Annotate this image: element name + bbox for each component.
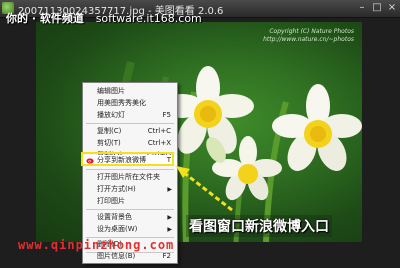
- menu-shortcut: F5: [162, 111, 171, 119]
- menu-item-open-with[interactable]: 打开方式(H) ▶: [83, 184, 177, 195]
- menu-label: 打印图片: [97, 197, 125, 205]
- window-controls: – □ ×: [356, 2, 398, 14]
- watermark-channel: 你的 · 软件频道: [6, 12, 84, 25]
- menu-shortcut: F2: [162, 252, 171, 260]
- menu-label: 播放幻灯: [97, 111, 125, 119]
- watermark-bottom: www.qinpinzhong.com: [18, 238, 175, 252]
- minimize-button[interactable]: –: [356, 2, 368, 14]
- menu-separator: [86, 123, 174, 124]
- viewer-window: 20071130024357717.jpg - 美图看看 2.0.6 – □ ×: [0, 0, 400, 268]
- menu-item-edit[interactable]: 编辑图片: [83, 86, 177, 97]
- menu-label: 用美图秀秀美化: [97, 99, 146, 107]
- callout-label: 看图窗口新浪微博入口: [186, 215, 332, 237]
- menu-separator: [86, 209, 174, 210]
- highlight-box: [81, 152, 174, 166]
- menu-item-open-folder[interactable]: 打开图片所在文件夹: [83, 172, 177, 183]
- menu-shortcut: Ctrl+C: [147, 127, 171, 135]
- submenu-arrow-icon: ▶: [167, 214, 172, 221]
- watermark-site: software.it168.com: [95, 12, 202, 25]
- menu-label: 打开图片所在文件夹: [97, 173, 160, 181]
- menu-label: 设为桌面(W): [97, 225, 138, 233]
- menu-label: 复制(C): [97, 127, 122, 135]
- close-button[interactable]: ×: [386, 2, 398, 14]
- photo-credit: Copyright (C) Nature Photos http://www.n…: [263, 28, 354, 44]
- menu-item-beautify[interactable]: 用美图秀秀美化: [83, 98, 177, 109]
- context-menu: 编辑图片 用美图秀秀美化 播放幻灯 F5 复制(C) Ctrl+C 剪切(T) …: [82, 82, 178, 264]
- menu-item-image-info[interactable]: 图片信息(B) F2: [83, 251, 177, 262]
- menu-label: 打开方式(H): [97, 185, 136, 193]
- menu-item-copy[interactable]: 复制(C) Ctrl+C: [83, 126, 177, 137]
- submenu-arrow-icon: ▶: [167, 226, 172, 233]
- menu-item-slideshow[interactable]: 播放幻灯 F5: [83, 110, 177, 121]
- watermark-top: 你的 · 软件频道 software.it168.com: [6, 10, 202, 26]
- menu-separator: [86, 169, 174, 170]
- menu-item-background-color[interactable]: 设置背景色 ▶: [83, 212, 177, 223]
- menu-label: 设置背景色: [97, 213, 132, 221]
- menu-item-print[interactable]: 打印图片: [83, 196, 177, 207]
- menu-shortcut: Ctrl+X: [147, 139, 171, 147]
- menu-label: 图片信息(B): [97, 252, 136, 260]
- menu-label: 编辑图片: [97, 87, 125, 95]
- maximize-button[interactable]: □: [371, 2, 383, 14]
- credit-line-1: Copyright (C) Nature Photos: [269, 28, 354, 35]
- submenu-arrow-icon: ▶: [167, 186, 172, 193]
- menu-item-cut[interactable]: 剪切(T) Ctrl+X: [83, 138, 177, 149]
- menu-item-set-wallpaper[interactable]: 设为桌面(W) ▶: [83, 224, 177, 235]
- credit-line-2: http://www.nature.cn/~photos: [263, 36, 354, 43]
- menu-label: 剪切(T): [97, 139, 121, 147]
